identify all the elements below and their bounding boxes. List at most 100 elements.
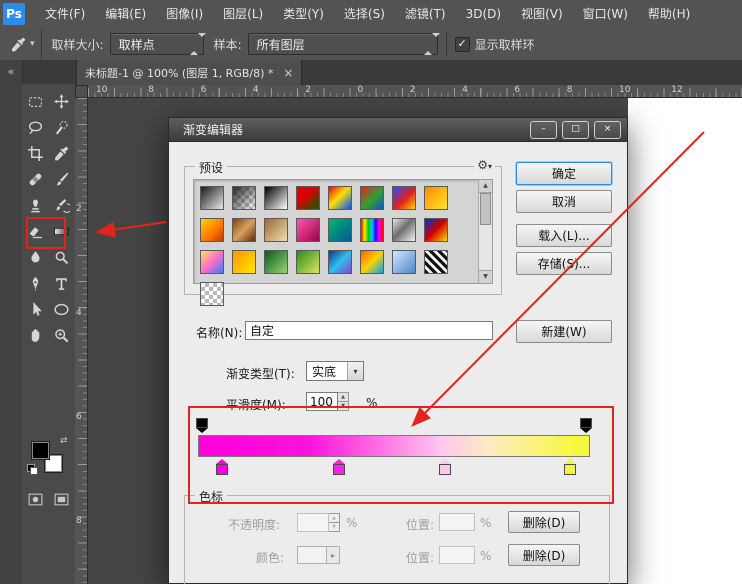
tab-close-icon[interactable]: × [283, 66, 293, 80]
gradient-preset-swatch[interactable] [232, 186, 256, 210]
scrollbar-thumb[interactable] [480, 193, 491, 225]
clone-stamp-tool[interactable] [22, 192, 48, 218]
history-brush-tool[interactable] [48, 192, 74, 218]
quickmask-tool[interactable] [22, 486, 48, 512]
stop-color-swatch[interactable] [297, 546, 327, 564]
menu-item[interactable]: 视图(V) [511, 0, 573, 28]
move-tool[interactable] [48, 88, 74, 114]
scroll-up-icon[interactable]: ▲ [479, 180, 492, 193]
dodge-tool[interactable] [48, 244, 74, 270]
spin-up-icon[interactable]: ▲ [338, 393, 348, 401]
gradient-preset-swatch[interactable] [328, 250, 352, 274]
gradient-preset-swatch[interactable] [200, 218, 224, 242]
delete-opacity-stop-button[interactable]: 删除(D) [508, 511, 580, 533]
new-button[interactable]: 新建(W) [516, 320, 612, 343]
color-flyout-icon[interactable]: ▸ [327, 546, 340, 564]
collapse-panels-icon[interactable]: « [0, 65, 22, 78]
document-tab[interactable]: 未标题-1 @ 100% (图层 1, RGB/8) * × [76, 60, 302, 85]
menu-item[interactable]: 编辑(E) [95, 0, 156, 28]
eyedropper-tool[interactable] [48, 140, 74, 166]
spin-down-icon[interactable]: ▼ [338, 401, 348, 410]
menu-item[interactable]: 滤镜(T) [395, 0, 456, 28]
opacity-stop[interactable] [580, 418, 592, 433]
gradient-preset-swatch[interactable] [200, 186, 224, 210]
dialog-title-bar[interactable]: 渐变编辑器 – □ × [169, 118, 627, 142]
gradient-preset-swatch[interactable] [392, 218, 416, 242]
ok-button[interactable]: 确定 [516, 162, 612, 185]
gradient-preset-swatch[interactable] [360, 250, 384, 274]
show-sampling-ring-checkbox[interactable]: ✓ [455, 37, 470, 52]
menu-item[interactable]: 选择(S) [334, 0, 395, 28]
gradient-preset-swatch[interactable] [264, 250, 288, 274]
gradient-preset-swatch[interactable] [328, 218, 352, 242]
gradient-preset-swatch[interactable] [296, 250, 320, 274]
spin-buttons[interactable]: ▲▼ [338, 392, 349, 411]
gradient-preset-swatch[interactable] [200, 282, 224, 306]
load-button[interactable]: 载入(L)... [516, 224, 612, 247]
gradient-preset-swatch[interactable] [360, 186, 384, 210]
minimize-button[interactable]: – [530, 121, 557, 139]
name-input[interactable] [245, 321, 493, 340]
menu-item[interactable]: 窗口(W) [573, 0, 638, 28]
presets-scrollbar[interactable]: ▲ ▼ [478, 180, 492, 283]
color-stop[interactable] [333, 459, 345, 475]
lasso-tool[interactable] [22, 114, 48, 140]
gradient-preset-swatch[interactable] [296, 186, 320, 210]
gradient-preset-swatch[interactable] [296, 218, 320, 242]
color-stop[interactable] [216, 459, 228, 475]
photoshop-logo-icon[interactable]: Ps [3, 3, 25, 25]
gradient-preset-swatch[interactable] [424, 218, 448, 242]
presets-menu-button[interactable]: ⚙▾ [474, 158, 495, 172]
save-button[interactable]: 存储(S)... [516, 252, 612, 275]
gradient-preset-swatch[interactable] [392, 186, 416, 210]
gradient-preset-swatch[interactable] [392, 250, 416, 274]
foreground-color-swatch[interactable] [31, 441, 50, 460]
gradient-tool[interactable] [48, 218, 74, 244]
color-stop[interactable] [564, 459, 576, 475]
gradient-preset-swatch[interactable] [328, 186, 352, 210]
gradient-preset-swatch[interactable] [424, 186, 448, 210]
opacity-stop[interactable] [196, 418, 208, 433]
maximize-button[interactable]: □ [562, 121, 589, 139]
gradient-preset-swatch[interactable] [264, 218, 288, 242]
hand-tool[interactable] [22, 322, 48, 348]
gradient-preset-swatch[interactable] [232, 250, 256, 274]
sample-dropdown[interactable]: 所有图层 [248, 33, 438, 55]
menu-item[interactable]: 帮助(H) [638, 0, 700, 28]
ellipse-tool[interactable] [48, 296, 74, 322]
pen-tool[interactable] [22, 270, 48, 296]
gradient-preset-swatch[interactable] [232, 218, 256, 242]
sample-size-dropdown[interactable]: 取样点 [110, 33, 204, 55]
menu-item[interactable]: 文件(F) [35, 0, 95, 28]
close-button[interactable]: × [594, 121, 621, 139]
tool-preset-picker[interactable]: ▾ [4, 29, 42, 59]
gradient-preset-swatch[interactable] [360, 218, 384, 242]
crop-tool[interactable] [22, 140, 48, 166]
screen-mode-tool[interactable] [49, 486, 75, 512]
path-select-tool[interactable] [22, 296, 48, 322]
zoom-tool[interactable] [48, 322, 74, 348]
gradient-preset-swatch[interactable] [200, 250, 224, 274]
menu-item[interactable]: 3D(D) [456, 0, 511, 28]
gradient-preset-swatch[interactable] [424, 250, 448, 274]
quick-select-tool[interactable] [48, 114, 74, 140]
rect-marquee-tool[interactable] [22, 88, 48, 114]
delete-color-stop-button[interactable]: 删除(D) [508, 544, 580, 566]
type-tool[interactable] [48, 270, 74, 296]
switch-colors-icon[interactable]: ⇄ [60, 436, 68, 446]
smoothness-input[interactable] [306, 392, 338, 411]
color-stop[interactable] [439, 459, 451, 475]
eraser-tool[interactable] [22, 218, 48, 244]
healing-tool[interactable] [22, 166, 48, 192]
smoothness-spinner[interactable]: ▲▼ [306, 392, 349, 411]
menu-item[interactable]: 类型(Y) [273, 0, 334, 28]
scroll-down-icon[interactable]: ▼ [479, 270, 492, 283]
gradient-preview-bar[interactable] [198, 435, 590, 457]
menu-item[interactable]: 图层(L) [213, 0, 273, 28]
gradient-preset-swatch[interactable] [264, 186, 288, 210]
blur-tool[interactable] [22, 244, 48, 270]
menu-item[interactable]: 图像(I) [156, 0, 213, 28]
brush-tool[interactable] [48, 166, 74, 192]
gradient-type-dropdown[interactable]: 实底 ▾ [306, 361, 364, 381]
cancel-button[interactable]: 取消 [516, 190, 612, 213]
